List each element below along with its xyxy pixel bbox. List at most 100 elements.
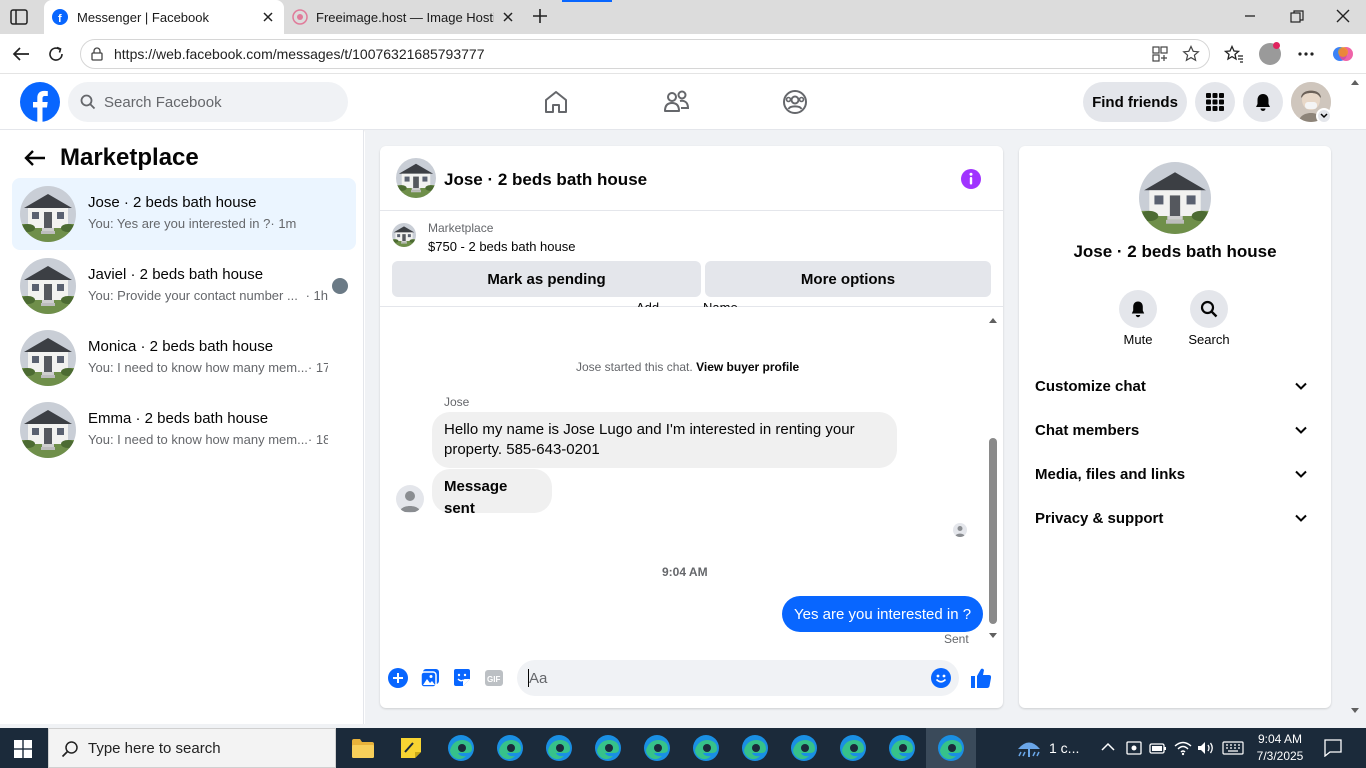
tab-messenger[interactable]: f Messenger | Facebook xyxy=(44,0,284,34)
refresh-icon[interactable] xyxy=(47,45,65,63)
chat-panel: Jose · 2 beds bath house Marketplace $75… xyxy=(380,146,1003,708)
gif-icon[interactable]: GIF xyxy=(484,668,504,688)
conversation-name: Emma · 2 beds bath house xyxy=(88,410,269,427)
edge-window-icon[interactable] xyxy=(692,734,720,762)
taskbar-clock[interactable]: 9:04 AM 7/3/2025 xyxy=(1252,731,1308,765)
tab-freeimage[interactable]: Freeimage.host — Image Hosting xyxy=(286,0,524,34)
sender-name: Jose xyxy=(444,395,470,409)
wifi-icon[interactable] xyxy=(1174,740,1192,756)
edge-window-icon[interactable] xyxy=(496,734,524,762)
favorites-icon[interactable] xyxy=(1224,45,1244,63)
chat-started-notice: Jose started this chat. View buyer profi… xyxy=(576,360,800,374)
incoming-message-bubble-2[interactable]: Message sent xyxy=(432,469,552,517)
facebook-logo-icon[interactable] xyxy=(20,82,60,122)
sticky-notes-icon[interactable] xyxy=(400,737,422,759)
notifications-button[interactable] xyxy=(1243,82,1283,122)
listing-profile-image[interactable] xyxy=(1139,162,1211,234)
like-thumb-icon[interactable] xyxy=(969,666,993,690)
home-icon[interactable] xyxy=(543,89,569,115)
more-options-button[interactable]: More options xyxy=(705,261,991,297)
edge-window-icon[interactable] xyxy=(839,734,867,762)
conversation-item-emma[interactable]: Emma · 2 beds bath house You: I need to … xyxy=(12,394,356,466)
restore-icon[interactable] xyxy=(1290,10,1304,24)
find-friends-button[interactable]: Find friends xyxy=(1083,82,1187,122)
chat-header-thumbnail[interactable] xyxy=(396,158,436,198)
weather-icon[interactable] xyxy=(1016,738,1042,760)
taskbar-search-box[interactable]: Type here to search xyxy=(48,728,336,768)
app-available-icon[interactable] xyxy=(1152,46,1168,62)
conversation-info-panel: Jose · 2 beds bath house Mute Search Cus… xyxy=(1019,146,1331,708)
view-buyer-profile-link[interactable]: View buyer profile xyxy=(696,360,799,374)
site-info-icon[interactable] xyxy=(90,47,104,61)
close-tab-icon[interactable] xyxy=(502,11,514,23)
volume-icon[interactable] xyxy=(1197,740,1215,756)
close-window-icon[interactable] xyxy=(1336,9,1350,23)
emoji-icon[interactable] xyxy=(931,668,951,688)
url-field[interactable]: https://web.facebook.com/messages/t/1007… xyxy=(80,39,1210,69)
more-menu-icon[interactable] xyxy=(1298,52,1314,56)
listing-thumbnail xyxy=(20,330,76,386)
message-status: Sent xyxy=(944,632,969,646)
edge-window-icon[interactable] xyxy=(790,734,818,762)
section-customize-chat[interactable]: Customize chat xyxy=(1035,378,1315,402)
chat-scrollbar-thumb[interactable] xyxy=(989,438,997,624)
mark-as-pending-button[interactable]: Mark as pending xyxy=(392,261,701,297)
mute-button[interactable] xyxy=(1119,290,1157,328)
search-in-conversation-button[interactable] xyxy=(1190,290,1228,328)
edge-window-icon[interactable] xyxy=(545,734,573,762)
windows-start-icon[interactable] xyxy=(14,740,32,758)
notification-center-icon[interactable] xyxy=(1324,739,1342,757)
conversation-item-monica[interactable]: Monica · 2 beds bath house You: I need t… xyxy=(12,322,356,394)
close-tab-icon[interactable] xyxy=(262,11,274,23)
edge-icon[interactable] xyxy=(937,734,965,762)
groups-icon[interactable] xyxy=(782,89,808,115)
weather-text[interactable]: 1 c... xyxy=(1049,740,1079,756)
page-scroll-down-icon[interactable] xyxy=(1350,707,1360,715)
scroll-down-arrow-icon[interactable] xyxy=(988,632,998,640)
account-chevron-icon[interactable] xyxy=(1316,108,1332,124)
chat-title[interactable]: Jose · 2 beds bath house xyxy=(444,170,647,190)
file-explorer-icon[interactable] xyxy=(351,737,375,759)
add-more-icon[interactable] xyxy=(388,668,408,688)
friends-icon[interactable] xyxy=(663,89,691,115)
sender-avatar[interactable] xyxy=(396,485,424,513)
keyboard-icon[interactable] xyxy=(1222,740,1244,756)
back-button[interactable] xyxy=(24,149,46,167)
message-input[interactable]: Aa xyxy=(517,660,959,696)
edge-window-icon[interactable] xyxy=(594,734,622,762)
taskbar-search-placeholder: Type here to search xyxy=(88,740,221,757)
tab-actions-icon[interactable] xyxy=(10,9,28,25)
back-arrow-icon[interactable] xyxy=(12,46,30,62)
seen-avatar xyxy=(953,523,967,537)
listing-thumbnail xyxy=(20,402,76,458)
listing-title[interactable]: $750 - 2 beds bath house xyxy=(428,239,575,254)
edge-window-icon[interactable] xyxy=(888,734,916,762)
facebook-search-input[interactable]: Search Facebook xyxy=(68,82,348,122)
incoming-message-bubble[interactable]: Hello my name is Jose Lugo and I'm inter… xyxy=(432,412,897,468)
edge-window-icon[interactable] xyxy=(643,734,671,762)
conversation-info-icon[interactable] xyxy=(960,168,982,190)
section-privacy-support[interactable]: Privacy & support xyxy=(1035,510,1315,534)
sticker-icon[interactable] xyxy=(452,668,472,688)
copilot-icon[interactable] xyxy=(1332,43,1354,65)
page-scroll-up-icon[interactable] xyxy=(1350,78,1360,86)
menu-grid-button[interactable] xyxy=(1195,82,1235,122)
edge-window-icon[interactable] xyxy=(741,734,769,762)
battery-icon[interactable] xyxy=(1149,740,1167,756)
section-media-files-links[interactable]: Media, files and links xyxy=(1035,466,1315,490)
conversation-item-jose[interactable]: Jose · 2 beds bath house You: Yes are yo… xyxy=(12,178,356,250)
facebook-favicon-icon: f xyxy=(52,9,68,25)
browser-tab-bar: f Messenger | Facebook Freeimage.host — … xyxy=(0,0,1366,34)
outgoing-message-bubble[interactable]: Yes are you interested in ? xyxy=(782,596,984,632)
conversation-item-javiel[interactable]: Javiel · 2 beds bath house You: Provide … xyxy=(12,250,356,322)
profile-avatar-icon[interactable] xyxy=(1259,42,1281,65)
section-chat-members[interactable]: Chat members xyxy=(1035,422,1315,446)
favorite-star-icon[interactable] xyxy=(1182,45,1200,63)
minimize-icon[interactable] xyxy=(1244,10,1256,22)
scroll-up-arrow-icon[interactable] xyxy=(988,316,998,324)
show-hidden-icons-chevron-icon[interactable] xyxy=(1101,742,1115,752)
tray-app-icon[interactable] xyxy=(1126,740,1142,756)
new-tab-icon[interactable] xyxy=(532,8,548,24)
attach-photo-icon[interactable] xyxy=(420,668,440,688)
edge-window-icon[interactable] xyxy=(447,734,475,762)
